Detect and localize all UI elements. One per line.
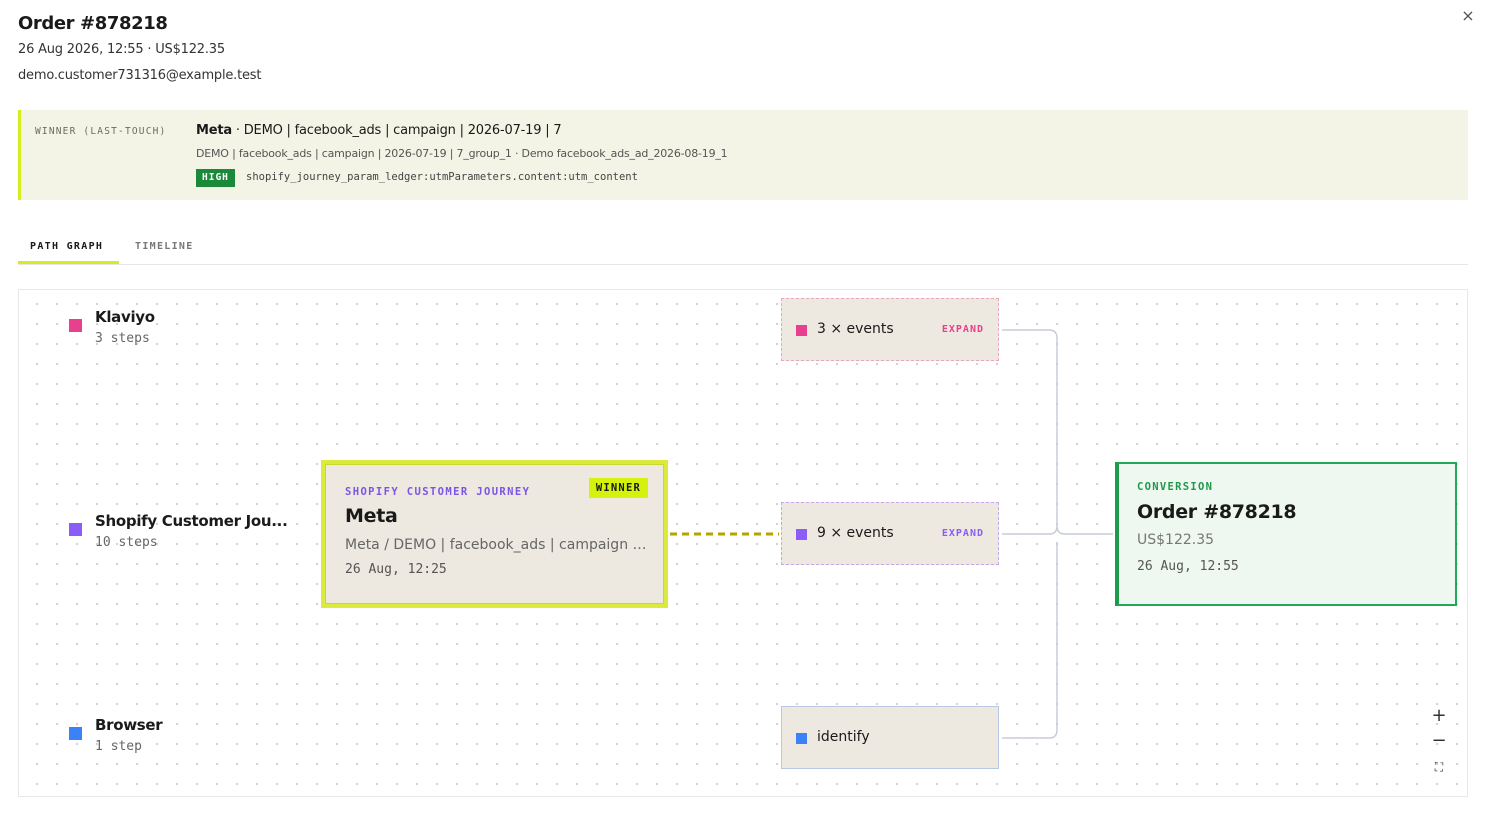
edge-shopify-events (1002, 525, 1113, 535)
winner-campaign: · DEMO | facebook_ads | campaign | 2026-… (231, 123, 562, 138)
fit-view-icon[interactable]: ⛶ (1429, 757, 1449, 777)
zoom-out-button[interactable]: − (1429, 731, 1449, 751)
page-title: Order #878218 (18, 13, 168, 34)
winner-detail: DEMO | facebook_ads | campaign | 2026-07… (196, 147, 728, 160)
winner-platform: Meta (196, 123, 232, 138)
lane-steps: 10 steps (95, 535, 158, 550)
lane-color-swatch (69, 319, 82, 332)
event-group-label: 9 × events (817, 525, 894, 541)
conversion-title: Order #878218 (1137, 501, 1297, 523)
event-color-swatch (796, 733, 807, 744)
lane-steps: 3 steps (95, 331, 150, 346)
touchpoint-subtitle: Meta / DEMO | facebook_ads | campaign | … (345, 537, 650, 553)
lane-color-swatch (69, 727, 82, 740)
edge-klaviyo-events (1002, 329, 1058, 526)
tab-path-graph[interactable]: PATH GRAPH (18, 241, 119, 264)
winner-touchpoint-card[interactable]: SHOPIFY CUSTOMER JOURNEY WINNER Meta Met… (321, 460, 668, 608)
expand-button[interactable]: EXPAND (942, 528, 984, 539)
event-color-swatch (796, 529, 807, 540)
touchpoint-title: Meta (345, 505, 398, 527)
touchpoint-source: SHOPIFY CUSTOMER JOURNEY (345, 486, 531, 498)
conversion-amount: US$122.35 (1137, 532, 1215, 548)
event-identify[interactable]: identify (781, 706, 999, 769)
winner-badge: WINNER (588, 478, 648, 498)
winner-source: shopify_journey_param_ledger:utmParamete… (246, 171, 638, 183)
confidence-badge: HIGH (196, 169, 235, 187)
lane-steps: 1 step (95, 739, 142, 754)
order-meta: 26 Aug 2026, 12:55 · US$122.35 (18, 42, 225, 57)
customer-email: demo.customer731316@example.test (18, 68, 262, 83)
touchpoint-time: 26 Aug, 12:25 (345, 562, 447, 577)
event-group-shopify[interactable]: 9 × events EXPAND (781, 502, 999, 565)
conversion-card[interactable]: CONVERSION Order #878218 US$122.35 26 Au… (1115, 462, 1457, 606)
event-group-klaviyo[interactable]: 3 × events EXPAND (781, 298, 999, 361)
path-graph-canvas[interactable]: Klaviyo 3 steps Shopify Customer Jou... … (18, 289, 1468, 797)
event-color-swatch (796, 325, 807, 336)
conversion-time: 26 Aug, 12:55 (1137, 559, 1239, 574)
edge-browser-identify (1002, 542, 1058, 739)
winner-banner: WINNER (LAST-TOUCH) Meta · DEMO | facebo… (18, 110, 1468, 200)
event-group-label: 3 × events (817, 321, 894, 337)
lane-color-swatch (69, 523, 82, 536)
zoom-in-button[interactable]: + (1429, 706, 1449, 726)
winner-headline: Meta · DEMO | facebook_ads | campaign | … (196, 123, 562, 138)
lane-name: Browser (95, 716, 163, 734)
close-icon[interactable]: × (1459, 7, 1477, 25)
event-label: identify (817, 729, 870, 745)
conversion-kicker: CONVERSION (1137, 481, 1214, 493)
lane-name: Klaviyo (95, 308, 155, 326)
expand-button[interactable]: EXPAND (942, 324, 984, 335)
tab-timeline[interactable]: TIMELINE (135, 241, 194, 261)
winner-label: WINNER (LAST-TOUCH) (35, 126, 167, 137)
lane-name: Shopify Customer Jou... (95, 512, 288, 530)
view-tabs: PATH GRAPH TIMELINE (18, 230, 1468, 265)
